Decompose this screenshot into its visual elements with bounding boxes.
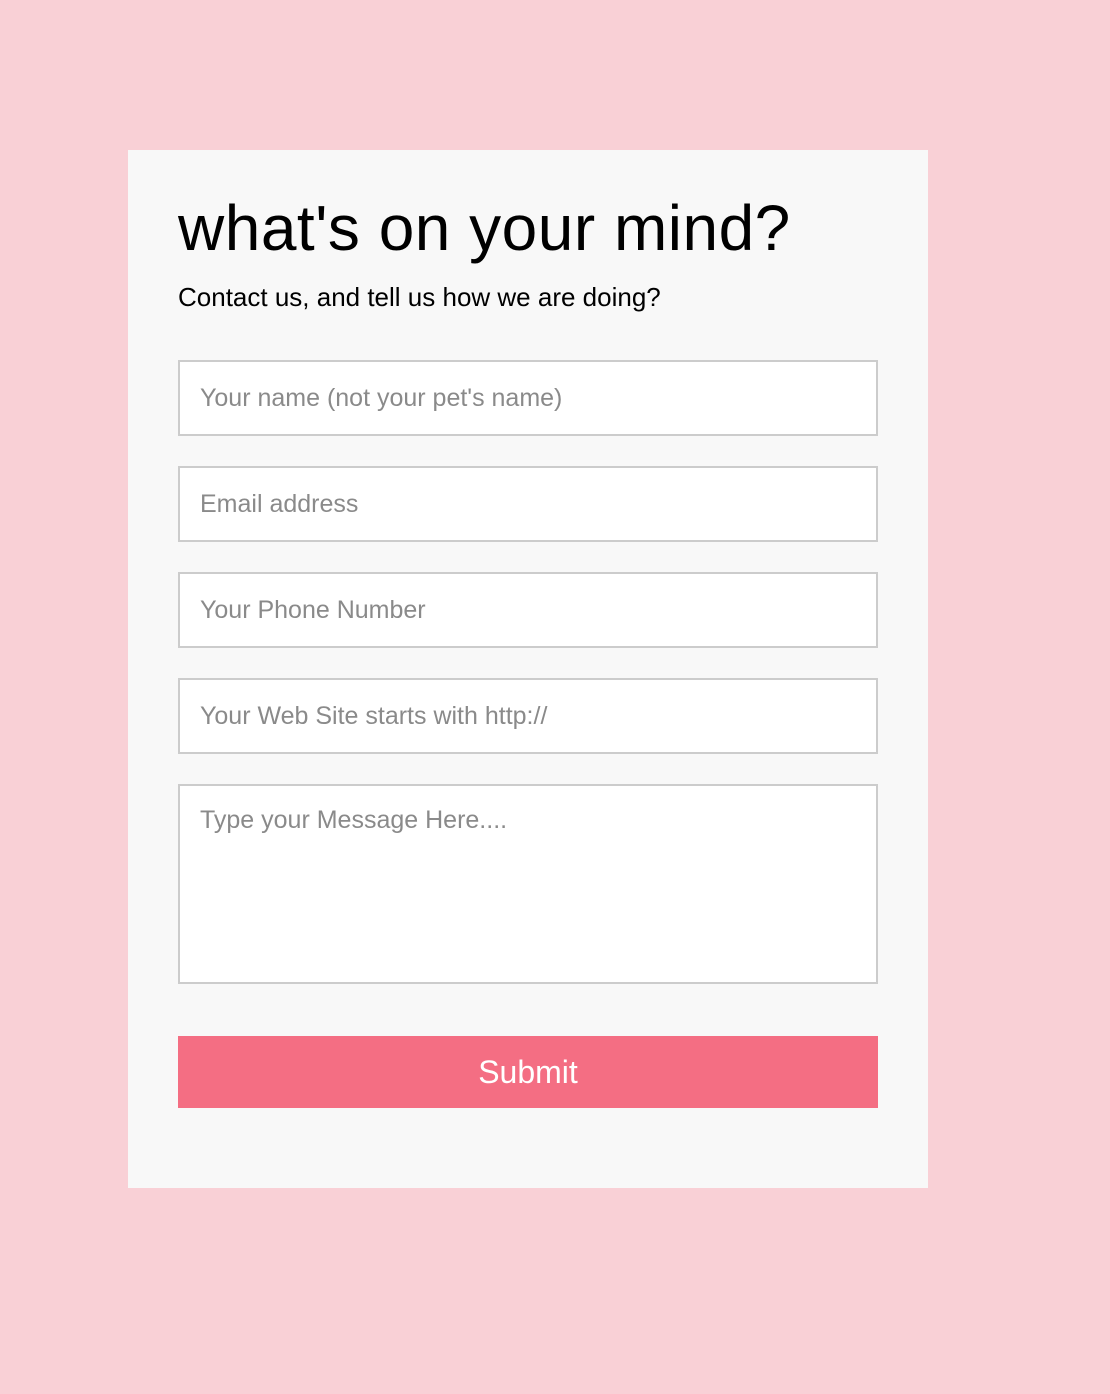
email-input[interactable] (178, 466, 878, 542)
contact-form-card: what's on your mind? Contact us, and tel… (128, 150, 928, 1188)
message-textarea[interactable] (178, 784, 878, 984)
form-subtitle: Contact us, and tell us how we are doing… (178, 282, 661, 312)
website-input[interactable] (178, 678, 878, 754)
submit-button[interactable]: Submit (178, 1036, 878, 1108)
form-title: what's on your mind? (178, 192, 791, 264)
phone-input[interactable] (178, 572, 878, 648)
name-input[interactable] (178, 360, 878, 436)
